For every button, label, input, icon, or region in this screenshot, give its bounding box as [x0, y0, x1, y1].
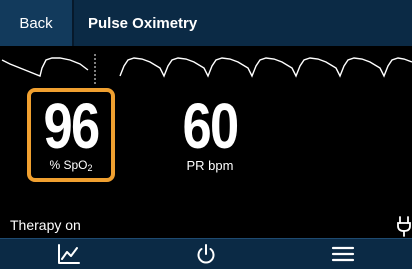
pulse-rate-label: PR bpm: [186, 158, 234, 173]
power-icon: [197, 244, 215, 264]
spo2-label: % SpO2: [31, 158, 111, 173]
spo2-label-text: % SpO: [49, 158, 88, 172]
bottom-nav: [0, 238, 412, 269]
pulse-rate-value: 60: [182, 90, 239, 162]
vitals-panel: 96 % SpO2 60 PR bpm: [0, 88, 412, 206]
pulse-oximetry-screen: Back Pulse Oximetry 96 % SpO2 60 PR bpm …: [0, 0, 412, 269]
spo2-tile[interactable]: 96 % SpO2: [27, 88, 115, 182]
therapy-status: Therapy on: [10, 217, 81, 233]
menu-button[interactable]: [275, 239, 412, 269]
hamburger-menu-icon: [332, 246, 355, 262]
header-bar: Back Pulse Oximetry: [0, 0, 412, 46]
status-bar: Therapy on: [0, 212, 412, 238]
power-button[interactable]: [137, 239, 274, 269]
spo2-value: 96: [43, 90, 100, 162]
trend-chart-icon: [57, 244, 80, 264]
back-button[interactable]: Back: [0, 0, 74, 46]
waveform-graphic: [1, 54, 412, 84]
pleth-waveform: [0, 46, 412, 88]
page-title: Pulse Oximetry: [88, 14, 198, 32]
trends-button[interactable]: [0, 239, 137, 269]
spo2-label-subscript: 2: [87, 163, 93, 173]
power-plug-icon: [396, 215, 412, 237]
